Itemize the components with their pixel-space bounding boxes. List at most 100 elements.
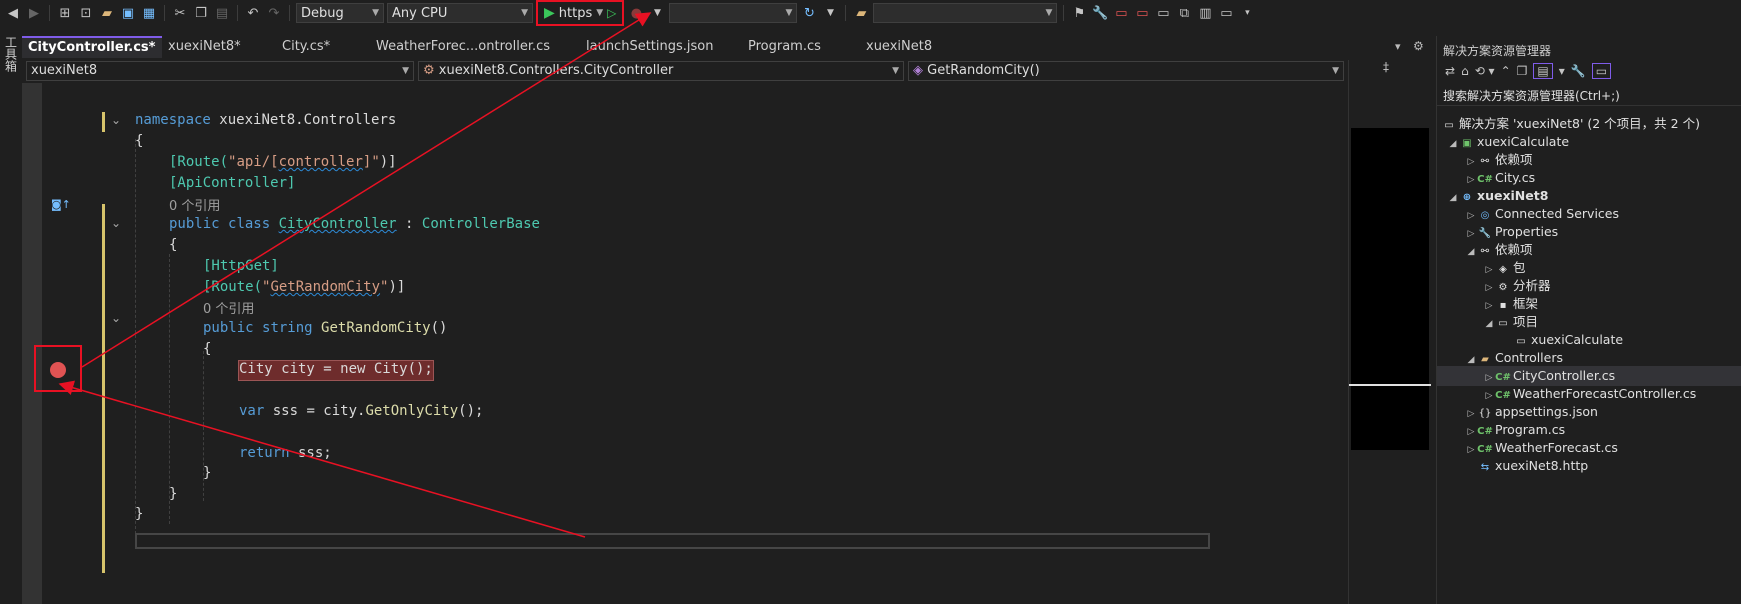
collapse-all-icon[interactable]: ⌃ xyxy=(1501,64,1511,78)
run-button-group[interactable]: ▶ https ▼ ▷ xyxy=(536,0,625,26)
tree-item-project[interactable]: ◢ ▣ xuexiCalculate xyxy=(1437,132,1741,152)
wrench-icon[interactable]: 🔧 xyxy=(1571,64,1586,78)
code-line[interactable]: } xyxy=(203,465,211,484)
tab-xuexinet8-modified[interactable]: xuexiNet8* xyxy=(162,36,276,58)
customize-toolbar-icon[interactable]: ▾ xyxy=(1238,4,1256,22)
refresh-icon[interactable]: ↻ xyxy=(800,4,818,22)
tree-item-file-selected[interactable]: ▷ C# CityController.cs xyxy=(1437,366,1741,386)
tree-item[interactable]: ▷ ▪ 框架 xyxy=(1437,294,1741,314)
breakpoint-margin[interactable] xyxy=(22,83,42,604)
tree-item-project[interactable]: ◢ ⊕ xuexiNet8 xyxy=(1437,186,1741,206)
code-line[interactable]: public class CityController : Controller… xyxy=(169,216,540,235)
chevron-down-icon[interactable]: ▼ xyxy=(648,4,666,22)
chevron-down-icon[interactable]: ▼ xyxy=(821,4,839,22)
tree-item-file[interactable]: ▷{} appsettings.json xyxy=(1437,402,1741,422)
fold-toggle-icon[interactable]: ⌄ xyxy=(111,216,121,230)
run-profile-label[interactable]: https xyxy=(559,6,592,21)
code-line[interactable]: { xyxy=(169,237,177,256)
fold-toggle-icon[interactable]: ⌄ xyxy=(111,113,121,127)
implementation-glyph-icon[interactable]: ◙↑ xyxy=(51,198,71,211)
tree-item[interactable]: ▭ xuexiCalculate xyxy=(1437,330,1741,350)
codelens-references[interactable]: 0 个引用 xyxy=(203,298,254,317)
tree-item[interactable]: ▷ ⚙ 分析器 xyxy=(1437,276,1741,296)
member-dropdown[interactable]: ◈ GetRandomCity() ▼ xyxy=(908,61,1344,81)
tree-item-file[interactable]: ⇆ xuexiNet8.http xyxy=(1437,456,1741,476)
tab-xuexinet8[interactable]: xuexiNet8 xyxy=(860,36,980,58)
hot-reload-icon[interactable]: ● xyxy=(627,4,645,22)
code-line[interactable]: { xyxy=(135,133,143,152)
tree-item-file[interactable]: ▷ C# Program.cs xyxy=(1437,420,1741,440)
window-icon[interactable]: ⧉ xyxy=(1175,4,1193,22)
code-line[interactable]: [HttpGet] xyxy=(203,258,279,277)
code-line[interactable]: public string GetRandomCity() xyxy=(203,320,447,339)
cut-icon[interactable]: ✂ xyxy=(171,4,189,22)
references-label[interactable]: 0 个引用 xyxy=(203,302,254,317)
tab-weatherforecastcontroller[interactable]: WeatherForec...ontroller.cs xyxy=(370,36,580,58)
code-line[interactable]: { xyxy=(203,341,211,360)
breakpoint-icon[interactable] xyxy=(50,362,66,378)
chevron-down-icon[interactable]: ▼ xyxy=(596,8,603,18)
forward-icon[interactable]: ▶ xyxy=(25,4,43,22)
tree-item[interactable]: ▷ ◈ 包 xyxy=(1437,258,1741,278)
tab-citycontroller[interactable]: CityController.cs*⊕ ✕ xyxy=(22,36,162,58)
code-line[interactable]: var sss = city.GetOnlyCity(); xyxy=(239,403,483,422)
tree-item[interactable]: ▷ 🔧 Properties xyxy=(1437,222,1741,242)
tree-item[interactable]: ◢ ⚯ 依赖项 xyxy=(1437,240,1741,260)
startup-item-dropdown[interactable]: ▼ xyxy=(669,3,798,23)
redo-icon[interactable]: ↷ xyxy=(265,4,283,22)
copy-icon[interactable]: ❐ xyxy=(1517,64,1528,78)
minimap-preview[interactable] xyxy=(1351,128,1429,450)
folder-view-icon[interactable]: ▰ xyxy=(852,4,870,22)
code-line[interactable]: } xyxy=(169,486,177,505)
home-icon[interactable]: ⌂ xyxy=(1461,64,1469,78)
minimap[interactable]: ‡ xyxy=(1348,60,1431,604)
gear-icon[interactable]: ⚙ xyxy=(1413,39,1424,53)
save-all-icon[interactable]: ▦ xyxy=(140,4,158,22)
flag-icon[interactable]: ⚑ xyxy=(1070,4,1088,22)
show-all-files-icon[interactable]: ▤ xyxy=(1533,63,1553,79)
project-dropdown[interactable]: xuexiNet8 ▼ xyxy=(26,61,414,81)
bookmark-next-icon[interactable]: ▭ xyxy=(1154,4,1172,22)
tree-item[interactable]: ▷ ◎ Connected Services xyxy=(1437,204,1741,224)
type-dropdown[interactable]: ⚙ xuexiNet8.Controllers.CityController ▼ xyxy=(418,61,904,81)
preview-icon[interactable]: ▭ xyxy=(1591,63,1612,79)
solution-search-input[interactable]: 搜索解决方案资源管理器(Ctrl+;) xyxy=(1437,86,1741,106)
tab-launchsettings[interactable]: launchSettings.json xyxy=(580,36,742,58)
tree-item-solution[interactable]: ▭ 解决方案 'xuexiNet8' (2 个项目，共 2 个) xyxy=(1437,114,1741,134)
platform-dropdown[interactable]: Any CPU ▼ xyxy=(387,3,533,23)
code-editor[interactable]: ⌄ ⌄ ⌄ ◙↑ namespace xuexiNet8.Controllers… xyxy=(22,83,1347,604)
save-icon[interactable]: ▣ xyxy=(119,4,137,22)
minimap-viewport[interactable] xyxy=(1349,384,1431,386)
toolbox-strip[interactable]: 工具箱 xyxy=(0,32,22,604)
tree-item[interactable]: ◢ ▭ 项目 xyxy=(1437,312,1741,332)
chevron-down-icon[interactable]: ▾ xyxy=(1559,64,1565,78)
references-label[interactable]: 0 个引用 xyxy=(169,199,220,214)
code-line[interactable]: [Route("api/[controller]")] xyxy=(169,154,397,173)
fold-toggle-icon[interactable]: ⌄ xyxy=(111,311,121,325)
history-icon[interactable]: ⟲ ▾ xyxy=(1475,64,1495,78)
tree-item-file[interactable]: ▷ C# City.cs xyxy=(1437,168,1741,188)
back-icon[interactable]: ◀ xyxy=(4,4,22,22)
panel-icon[interactable]: ▥ xyxy=(1196,4,1214,22)
tree-item[interactable]: ▷ ⚯ 依赖项 xyxy=(1437,150,1741,170)
tab-overflow-icon[interactable]: ▾ xyxy=(1395,40,1401,53)
configuration-dropdown[interactable]: Debug ▼ xyxy=(296,3,384,23)
start-without-debug-icon[interactable]: ▷ xyxy=(607,6,616,20)
codelens-references[interactable]: 0 个引用 xyxy=(169,195,220,214)
toolbox-label[interactable]: 工具箱 xyxy=(3,36,20,72)
tab-program[interactable]: Program.cs xyxy=(742,36,860,58)
comment-icon[interactable]: ▭ xyxy=(1217,4,1235,22)
wrench-icon[interactable]: 🔧 xyxy=(1091,4,1109,22)
bookmark-icon[interactable]: ▭ xyxy=(1112,4,1130,22)
undo-icon[interactable]: ↶ xyxy=(244,4,262,22)
add-item-icon[interactable]: ⊡ xyxy=(77,4,95,22)
breakpoint-code-line[interactable]: City city = new City(); xyxy=(238,360,434,381)
tree-item-folder[interactable]: ◢ ▰ Controllers xyxy=(1437,348,1741,368)
code-line[interactable]: namespace xuexiNet8.Controllers xyxy=(135,112,396,131)
sync-icon[interactable]: ⇄ xyxy=(1445,64,1455,78)
code-line[interactable]: return sss; xyxy=(239,445,332,464)
tab-city[interactable]: City.cs* xyxy=(276,36,370,58)
copy-icon[interactable]: ❐ xyxy=(192,4,210,22)
tree-item-file[interactable]: ▷ C# WeatherForecast.cs xyxy=(1437,438,1741,458)
bookmark-prev-icon[interactable]: ▭ xyxy=(1133,4,1151,22)
